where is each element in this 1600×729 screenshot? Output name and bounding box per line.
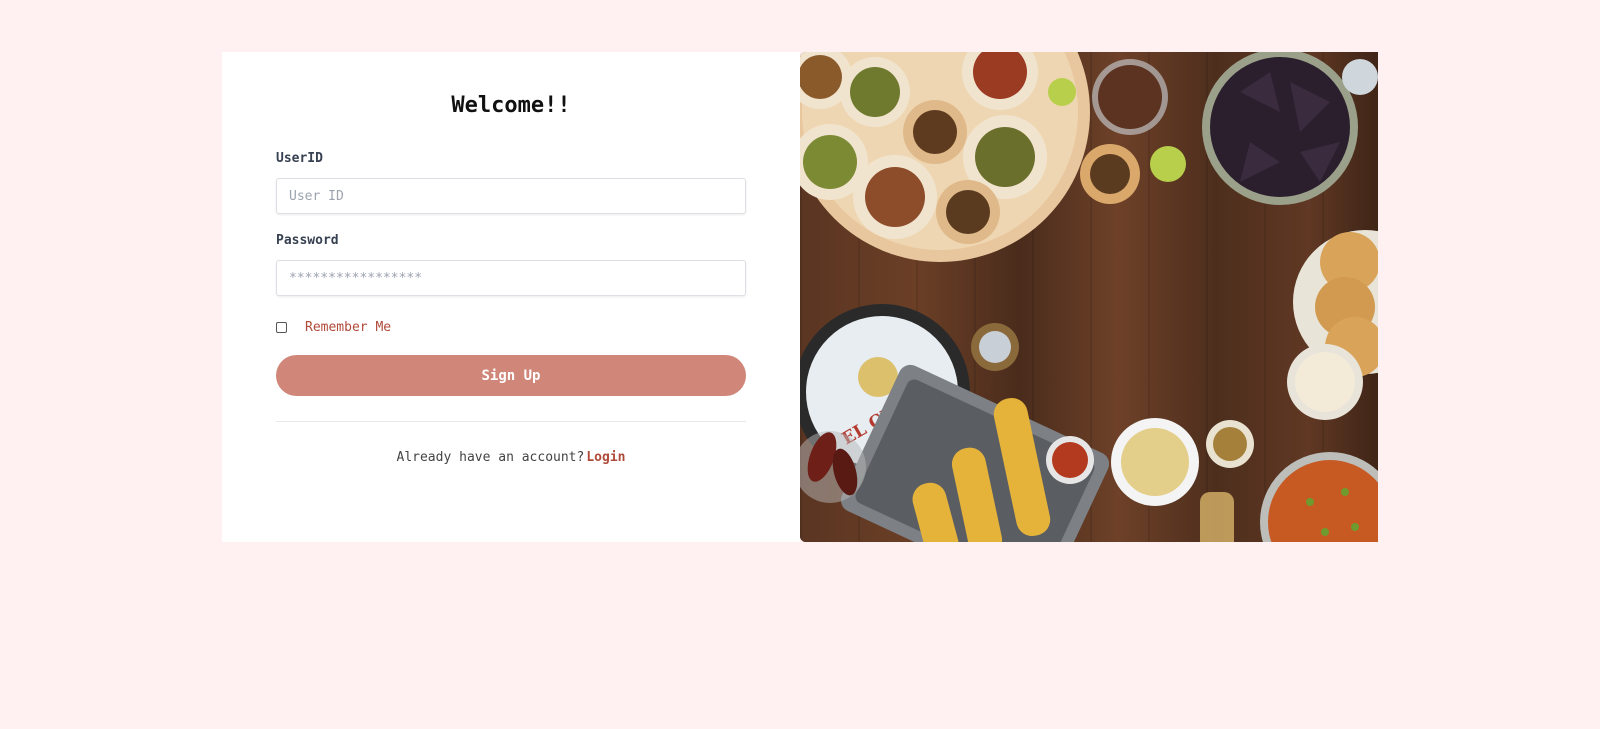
password-input[interactable] bbox=[276, 260, 746, 296]
password-label: Password bbox=[276, 233, 339, 248]
divider bbox=[276, 421, 746, 422]
account-prompt-text: Already have an account? bbox=[396, 450, 585, 465]
page-title: Welcome!! bbox=[451, 93, 571, 118]
lime bbox=[1150, 146, 1186, 182]
food-photo: EL CIELO bbox=[800, 52, 1378, 542]
lime bbox=[1048, 78, 1076, 106]
remember-me-label[interactable]: Remember Me bbox=[305, 320, 391, 335]
userid-label: UserID bbox=[276, 151, 323, 166]
remember-me-checkbox[interactable] bbox=[276, 321, 287, 333]
login-link[interactable]: Login bbox=[586, 450, 625, 465]
food-illustration: EL CIELO bbox=[800, 52, 1378, 542]
sign-up-button[interactable]: Sign Up bbox=[276, 355, 746, 396]
form-panel: Welcome!! UserID Password Remember Me Si… bbox=[222, 52, 800, 542]
userid-input[interactable] bbox=[276, 178, 746, 214]
remember-me-row: Remember Me bbox=[276, 317, 391, 337]
login-card: Welcome!! UserID Password Remember Me Si… bbox=[222, 52, 1378, 542]
account-prompt-row: Already have an account? Login bbox=[276, 450, 746, 465]
